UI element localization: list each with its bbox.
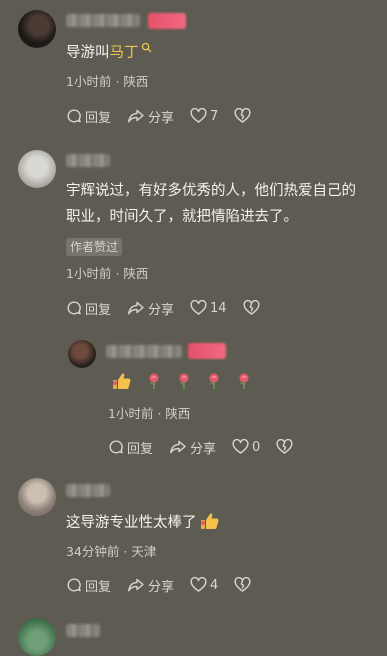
- comment-meta: 34分钟前 · 天津: [66, 541, 156, 560]
- like-button[interactable]: 7: [190, 108, 218, 124]
- user-badge: [188, 343, 226, 359]
- share-label: 分享: [148, 302, 175, 318]
- reply-label: 回复: [127, 441, 154, 457]
- avatar[interactable]: [18, 10, 56, 48]
- comment-item: 导游叫马丁 1小时前 · 陕西 回复 分享 7: [0, 0, 387, 140]
- reply-button[interactable]: 回复: [66, 576, 111, 595]
- rose-icon: [146, 372, 162, 390]
- share-icon: [128, 578, 144, 592]
- separator: ·: [123, 544, 128, 559]
- like-count: 4: [210, 577, 219, 593]
- like-count: 14: [210, 300, 227, 316]
- location: 陕西: [165, 406, 191, 421]
- like-button[interactable]: 4: [190, 577, 218, 593]
- search-icon: [141, 42, 151, 53]
- location: 天津: [131, 544, 157, 559]
- emoji-row: [112, 372, 266, 390]
- like-count: 0: [252, 439, 261, 455]
- comment-actions: 回复 分享 14: [66, 297, 276, 319]
- comment-text-content: 这导游专业性太棒了: [66, 515, 197, 531]
- timestamp: 1小时前: [66, 266, 112, 281]
- share-button[interactable]: 分享: [127, 107, 174, 126]
- avatar[interactable]: [18, 150, 56, 188]
- reply-button[interactable]: 回复: [66, 299, 111, 318]
- share-icon: [170, 440, 186, 454]
- comment-text-line-1: 宇辉说过，有好多优秀的人，他们热爱自己的: [66, 183, 356, 199]
- user-badge: [148, 13, 186, 29]
- reply-button[interactable]: 回复: [108, 438, 153, 457]
- timestamp: 1小时前: [108, 406, 154, 421]
- heart-icon: [232, 439, 249, 454]
- share-icon: [128, 301, 144, 315]
- comment-item: 这导游专业性太棒了 34分钟前 · 天津 回复 分享 4: [0, 470, 387, 610]
- avatar[interactable]: [18, 478, 56, 516]
- like-count: 7: [210, 108, 219, 124]
- separator: ·: [157, 406, 162, 421]
- comment-text: 导游叫马丁: [66, 40, 152, 66]
- timestamp: 34分钟前: [66, 544, 120, 559]
- avatar[interactable]: [18, 618, 56, 656]
- broken-heart-icon: [234, 577, 251, 592]
- location: 陕西: [123, 266, 149, 281]
- reply-icon: [67, 301, 81, 315]
- share-icon: [128, 109, 144, 123]
- reply-icon: [109, 440, 123, 454]
- reply-icon: [67, 109, 81, 123]
- avatar[interactable]: [68, 340, 96, 368]
- comment-meta: 1小时前 · 陕西: [108, 403, 190, 422]
- dislike-button[interactable]: [234, 108, 251, 124]
- comment-item: [0, 610, 387, 656]
- dislike-button[interactable]: [276, 439, 293, 455]
- comment-meta: 1小时前 · 陕西: [66, 263, 148, 282]
- comment-actions: 回复 分享 7: [66, 105, 267, 127]
- username[interactable]: [66, 624, 100, 637]
- mention-link[interactable]: 马丁: [109, 42, 152, 61]
- separator: ·: [115, 266, 120, 281]
- comment-text: 这导游专业性太棒了: [66, 510, 220, 539]
- location: 陕西: [123, 74, 149, 89]
- reply-label: 回复: [85, 110, 112, 126]
- share-button[interactable]: 分享: [127, 299, 174, 318]
- broken-heart-icon: [234, 108, 251, 123]
- reply-label: 回复: [85, 579, 112, 595]
- username[interactable]: [66, 154, 110, 167]
- share-label: 分享: [190, 441, 217, 457]
- mention-name: 马丁: [109, 45, 139, 61]
- broken-heart-icon: [276, 439, 293, 454]
- comment-actions: 回复 分享 4: [66, 574, 267, 596]
- comment-actions: 回复 分享 0: [108, 436, 309, 458]
- rose-icon: [236, 372, 252, 390]
- like-button[interactable]: 14: [190, 300, 227, 316]
- username[interactable]: [66, 14, 140, 27]
- rose-icon: [176, 372, 192, 390]
- comment-item: 宇辉说过，有好多优秀的人，他们热爱自己的 职业，时间久了，就把情陷进去了。 作者…: [0, 140, 387, 330]
- share-button[interactable]: 分享: [169, 438, 216, 457]
- dislike-button[interactable]: [243, 300, 260, 316]
- heart-icon: [190, 577, 207, 592]
- reply-button[interactable]: 回复: [66, 107, 111, 126]
- separator: ·: [115, 74, 120, 89]
- thumbs-up-icon: [112, 372, 132, 390]
- thumbs-up-icon: [200, 512, 220, 539]
- share-label: 分享: [148, 110, 175, 126]
- broken-heart-icon: [243, 300, 260, 315]
- comment-text-line-2: 职业，时间久了，就把情陷进去了。: [66, 209, 298, 225]
- username[interactable]: [66, 484, 110, 497]
- rose-icon: [206, 372, 222, 390]
- username[interactable]: [106, 345, 182, 358]
- reply-label: 回复: [85, 302, 112, 318]
- heart-icon: [190, 108, 207, 123]
- comment-meta: 1小时前 · 陕西: [66, 71, 148, 90]
- comment-text-content: 导游叫: [66, 45, 110, 61]
- author-liked-tag: 作者赞过: [66, 238, 123, 256]
- share-label: 分享: [148, 579, 175, 595]
- heart-icon: [190, 300, 207, 315]
- share-button[interactable]: 分享: [127, 576, 174, 595]
- reply-item: 1小时前 · 陕西 回复 分享 0: [0, 330, 387, 470]
- like-button[interactable]: 0: [232, 439, 260, 455]
- timestamp: 1小时前: [66, 74, 112, 89]
- reply-icon: [67, 578, 81, 592]
- dislike-button[interactable]: [234, 577, 251, 593]
